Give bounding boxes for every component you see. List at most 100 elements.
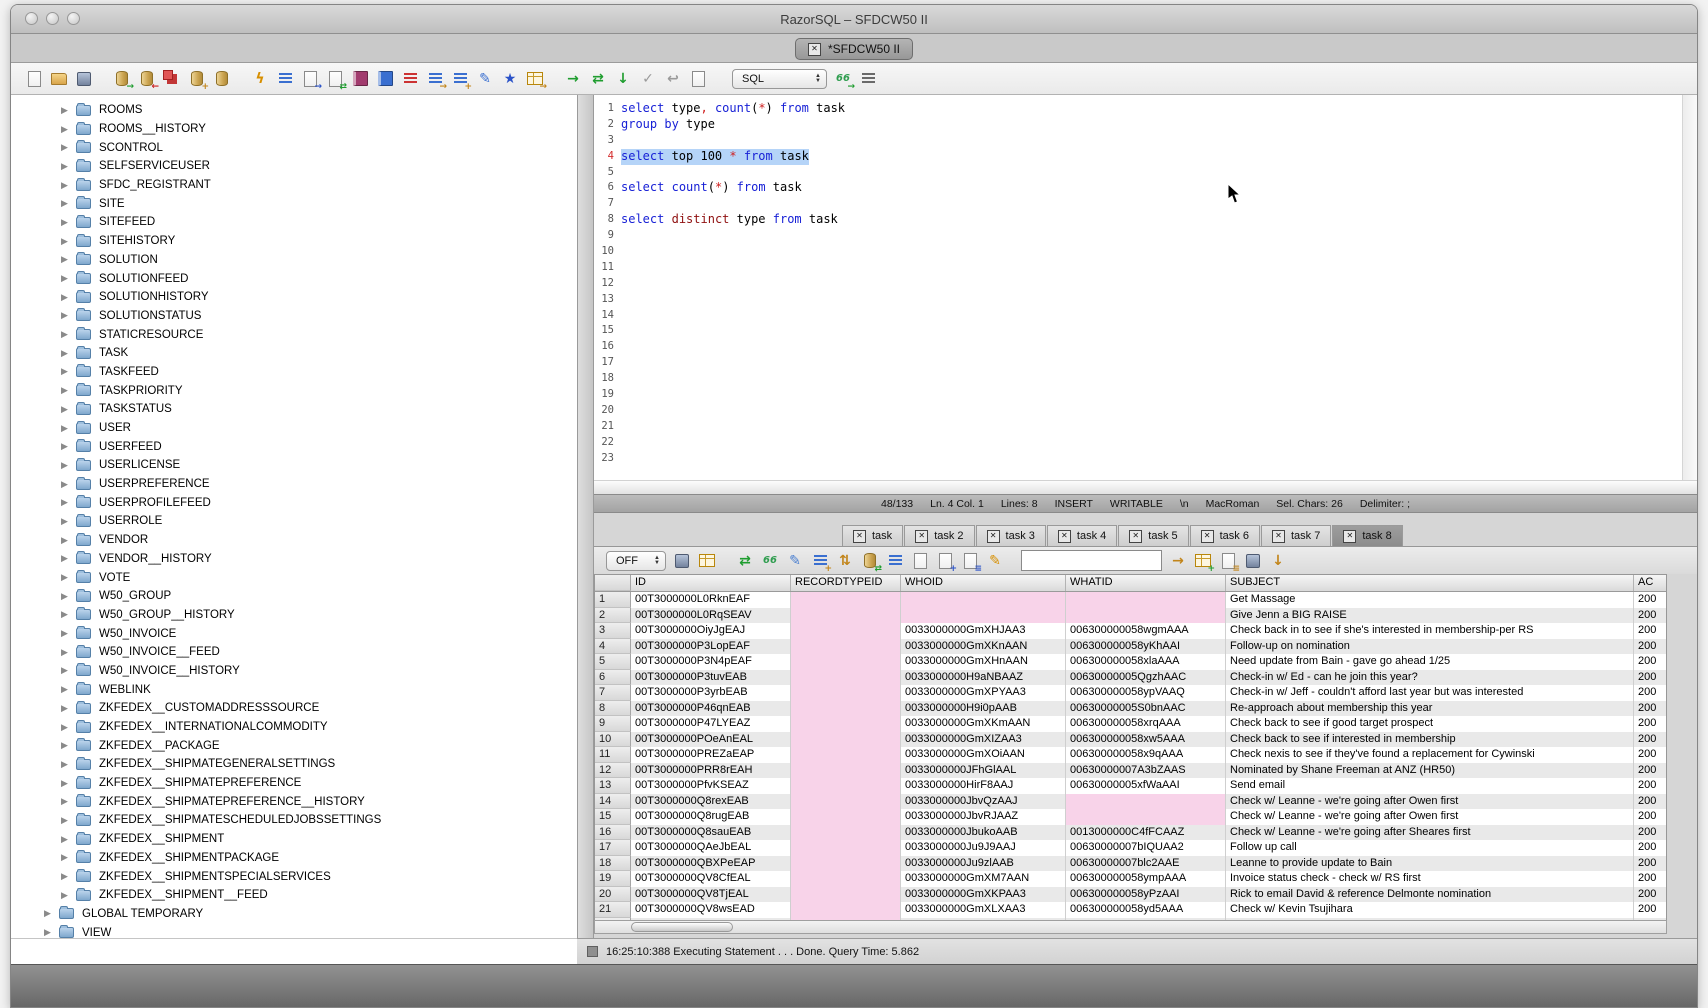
disclosure-triangle-icon[interactable]: ▶: [61, 292, 73, 303]
tree-item[interactable]: ▶SOLUTION: [11, 251, 577, 270]
tree-item[interactable]: ▶ZKFEDEX__CUSTOMADDRESSSOURCE: [11, 699, 577, 718]
close-tab-icon[interactable]: ✕: [1343, 530, 1356, 543]
disclosure-triangle-icon[interactable]: ▶: [61, 628, 73, 639]
sort-rows-icon[interactable]: ⇅: [836, 552, 854, 570]
disclosure-triangle-icon[interactable]: ▶: [61, 366, 73, 377]
favorites-icon[interactable]: ★: [501, 70, 519, 88]
result-tab[interactable]: ✕task 3: [976, 525, 1046, 546]
panel-splitter[interactable]: [577, 95, 594, 938]
result-tab[interactable]: ✕task 2: [904, 525, 974, 546]
refresh-icon[interactable]: ⇄: [326, 70, 344, 88]
close-tab-icon[interactable]: ✕: [987, 530, 1000, 543]
show-notes-icon[interactable]: [689, 70, 707, 88]
disclosure-triangle-icon[interactable]: ▶: [61, 516, 73, 527]
tree-item[interactable]: ▶SITEFEED: [11, 213, 577, 232]
editor-vscrollbar[interactable]: [1682, 95, 1697, 480]
disclosure-triangle-icon[interactable]: ▶: [61, 497, 73, 508]
tree-item[interactable]: ▶SITEHISTORY: [11, 232, 577, 251]
disclosure-triangle-icon[interactable]: ▶: [61, 273, 73, 284]
table-row[interactable]: 1200T3000000PRR8rEAH0033000000JFhGlAAL00…: [595, 763, 1667, 779]
table-row[interactable]: 800T3000000P46qnEAB0033000000H9i0pAAB006…: [595, 701, 1667, 717]
disclosure-triangle-icon[interactable]: ▶: [61, 198, 73, 209]
column-header[interactable]: AC: [1634, 575, 1667, 591]
text-view-icon[interactable]: [911, 552, 929, 570]
disclosure-triangle-icon[interactable]: ▶: [61, 423, 73, 434]
download-results-icon[interactable]: ↓: [1269, 552, 1287, 570]
disclosure-triangle-icon[interactable]: ▶: [61, 236, 73, 247]
limit-select[interactable]: OFF ▲▼: [606, 551, 666, 571]
column-header[interactable]: WHATID: [1066, 575, 1226, 591]
reload-table-icon[interactable]: ⇄: [861, 552, 879, 570]
table-row[interactable]: 1600T3000000Q8sauEAB0033000000JbukoAAB00…: [595, 825, 1667, 841]
tree-item[interactable]: ▶W50_INVOICE__HISTORY: [11, 662, 577, 681]
result-tab[interactable]: ✕task 5: [1118, 525, 1188, 546]
tree-item[interactable]: ▶W50_INVOICE__FEED: [11, 643, 577, 662]
connect-database-icon[interactable]: →: [113, 70, 131, 88]
tree-item[interactable]: ▶W50_GROUP__HISTORY: [11, 606, 577, 625]
tree-item[interactable]: ▶SITE: [11, 194, 577, 213]
execute-down-icon[interactable]: ↓: [614, 70, 632, 88]
disclosure-triangle-icon[interactable]: ▶: [61, 572, 73, 583]
tree-item[interactable]: ▶W50_INVOICE: [11, 624, 577, 643]
disclosure-triangle-icon[interactable]: ▶: [61, 665, 73, 676]
tree-item[interactable]: ▶WEBLINK: [11, 680, 577, 699]
sql-mode-select[interactable]: SQL ▲▼: [732, 69, 827, 89]
table-row[interactable]: 1400T3000000Q8rexEAB0033000000JbvQzAAJCh…: [595, 794, 1667, 810]
tree-item[interactable]: ▶ROOMS: [11, 101, 577, 120]
tree-item[interactable]: ▶ZKFEDEX__SHIPMENTSPECIALSERVICES: [11, 867, 577, 886]
table-row[interactable]: 100T3000000L0RknEAFGet Massage200: [595, 592, 1667, 608]
highlight-icon[interactable]: ✎: [986, 552, 1004, 570]
disclosure-triangle-icon[interactable]: ▶: [61, 535, 73, 546]
copy-results-icon[interactable]: +: [936, 552, 954, 570]
tree-item[interactable]: ▶ZKFEDEX__SHIPMATESCHEDULEDJOBSSETTINGS: [11, 811, 577, 830]
sql-editor[interactable]: 1select type, count(*) from task2group b…: [594, 95, 1697, 480]
tree-item[interactable]: ▶SELFSERVICEUSER: [11, 157, 577, 176]
disclosure-triangle-icon[interactable]: ▶: [61, 161, 73, 172]
disclosure-triangle-icon[interactable]: ▶: [61, 852, 73, 863]
disclosure-triangle-icon[interactable]: ▶: [61, 609, 73, 620]
tree-item[interactable]: ▶USERROLE: [11, 512, 577, 531]
tree-item[interactable]: ▶ZKFEDEX__SHIPMATEGENERALSETTINGS: [11, 755, 577, 774]
goto-statement-icon[interactable]: 66→: [834, 70, 852, 88]
table-row[interactable]: 1700T3000000QAeJbEAL0033000000Ju9J9AAJ00…: [595, 840, 1667, 856]
tree-item[interactable]: ▶STATICRESOURCE: [11, 325, 577, 344]
execute-forward-icon[interactable]: →: [564, 70, 582, 88]
export-results-icon[interactable]: +: [1194, 552, 1212, 570]
add-database-icon[interactable]: +: [188, 70, 206, 88]
describe-table-icon[interactable]: [859, 70, 877, 88]
close-tab-icon[interactable]: ✕: [1058, 530, 1071, 543]
disclosure-triangle-icon[interactable]: ▶: [61, 441, 73, 452]
save-grid-icon[interactable]: [1244, 552, 1262, 570]
document-tab[interactable]: ✕ *SFDCW50 II: [795, 38, 913, 60]
tree-item[interactable]: ▶USER: [11, 419, 577, 438]
sql-history-icon[interactable]: [351, 70, 369, 88]
table-row[interactable]: 2000T3000000QV8TjEAL0033000000GmXKPAA300…: [595, 887, 1667, 903]
execute-all-icon[interactable]: ⇄: [589, 70, 607, 88]
disclosure-triangle-icon[interactable]: ▶: [61, 479, 73, 490]
tree-item[interactable]: ▶SOLUTIONSTATUS: [11, 307, 577, 326]
copy-with-headers-icon[interactable]: ≡: [961, 552, 979, 570]
validate-icon[interactable]: ✓: [639, 70, 657, 88]
database-icon[interactable]: [213, 70, 231, 88]
column-header[interactable]: [595, 575, 631, 591]
database-tree[interactable]: ▶ROOMS▶ROOMS__HISTORY▶SCONTROL▶SELFSERVI…: [11, 95, 577, 938]
disclosure-triangle-icon[interactable]: ▶: [61, 722, 73, 733]
results-search-input[interactable]: [1021, 550, 1162, 571]
disclosure-triangle-icon[interactable]: ▶: [61, 329, 73, 340]
table-row[interactable]: 1900T3000000QV8CfEAL0033000000GmXM7AAN00…: [595, 871, 1667, 887]
disclosure-triangle-icon[interactable]: ▶: [61, 591, 73, 602]
disclosure-triangle-icon[interactable]: ▶: [44, 927, 56, 938]
column-header[interactable]: ID: [631, 575, 791, 591]
result-tab[interactable]: ✕task 7: [1261, 525, 1331, 546]
table-row[interactable]: 200T3000000L0RqSEAVGive Jenn a BIG RAISE…: [595, 608, 1667, 624]
results-hscrollbar[interactable]: [594, 920, 1667, 934]
tree-item[interactable]: ▶TASK: [11, 344, 577, 363]
tree-item[interactable]: ▶SCONTROL: [11, 138, 577, 157]
tree-item[interactable]: ▶GLOBAL TEMPORARY: [11, 905, 577, 924]
disclosure-triangle-icon[interactable]: ▶: [61, 217, 73, 228]
disclosure-triangle-icon[interactable]: ▶: [61, 310, 73, 321]
disclosure-triangle-icon[interactable]: ▶: [61, 815, 73, 826]
tree-item[interactable]: ▶TASKFEED: [11, 363, 577, 382]
query-builder-icon[interactable]: →: [426, 70, 444, 88]
disclosure-triangle-icon[interactable]: ▶: [61, 834, 73, 845]
